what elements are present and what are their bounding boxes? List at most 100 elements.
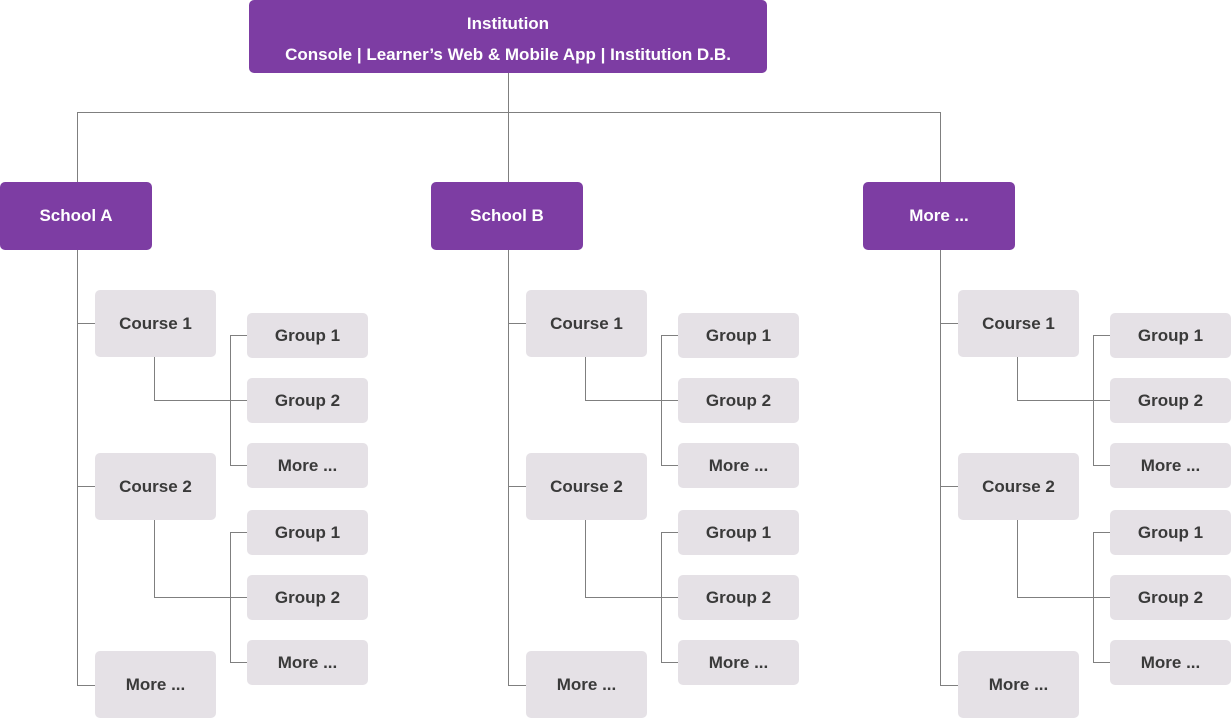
connector-to-group bbox=[230, 532, 247, 533]
connector-spine-to-more bbox=[940, 685, 958, 686]
connector-spine-to-course bbox=[508, 486, 526, 487]
group-node-label: Group 1 bbox=[705, 522, 772, 542]
school-node-label: School B bbox=[470, 206, 544, 225]
group-node[interactable]: More ... bbox=[1110, 443, 1231, 488]
connector-school-spine bbox=[508, 250, 509, 685]
connector-course-stem bbox=[585, 357, 586, 400]
connector-root-bar bbox=[77, 112, 941, 113]
connector-root-down bbox=[508, 73, 509, 113]
connector-to-group bbox=[661, 465, 678, 466]
connector-spine-to-more bbox=[508, 685, 526, 686]
connector-to-group bbox=[1093, 400, 1110, 401]
group-node[interactable]: Group 2 bbox=[247, 378, 368, 423]
school-node-label: More ... bbox=[909, 206, 969, 225]
course-node[interactable]: Course 2 bbox=[526, 453, 647, 520]
connector-to-group bbox=[230, 662, 247, 663]
school-node[interactable]: More ... bbox=[863, 182, 1015, 250]
group-node-label: Group 2 bbox=[1137, 587, 1204, 607]
group-node[interactable]: Group 1 bbox=[1110, 510, 1231, 555]
group-node[interactable]: More ... bbox=[678, 443, 799, 488]
group-node[interactable]: More ... bbox=[678, 640, 799, 685]
connector-course-stem bbox=[585, 520, 586, 597]
connector-to-group bbox=[1093, 662, 1110, 663]
connector-spine-to-more bbox=[77, 685, 95, 686]
connector-to-group bbox=[1093, 532, 1110, 533]
course-node-label: Course 1 bbox=[550, 313, 623, 333]
more-courses-node-label: More ... bbox=[988, 674, 1049, 694]
course-node-label: Course 1 bbox=[982, 313, 1055, 333]
group-node-label: More ... bbox=[708, 455, 769, 475]
connector-bar-to-school bbox=[508, 112, 509, 182]
course-node-label: Course 2 bbox=[550, 476, 623, 496]
connector-to-group bbox=[1093, 597, 1110, 598]
connector-course-stem bbox=[1017, 357, 1018, 400]
group-node-label: More ... bbox=[1140, 652, 1201, 672]
course-node[interactable]: Course 1 bbox=[526, 290, 647, 357]
group-node[interactable]: Group 2 bbox=[678, 575, 799, 620]
connector-to-group bbox=[661, 400, 678, 401]
group-node[interactable]: More ... bbox=[1110, 640, 1231, 685]
connector-to-group bbox=[661, 335, 678, 336]
group-node[interactable]: Group 1 bbox=[247, 313, 368, 358]
course-node[interactable]: Course 2 bbox=[958, 453, 1079, 520]
connector-to-group bbox=[661, 532, 678, 533]
course-node[interactable]: Course 2 bbox=[95, 453, 216, 520]
more-courses-node-label: More ... bbox=[556, 674, 617, 694]
group-node-label: More ... bbox=[1140, 455, 1201, 475]
connector-to-group bbox=[230, 400, 247, 401]
group-node[interactable]: Group 1 bbox=[678, 510, 799, 555]
connector-spine-to-course bbox=[77, 323, 95, 324]
group-node-label: Group 1 bbox=[1137, 522, 1204, 542]
more-courses-node[interactable]: More ... bbox=[95, 651, 216, 718]
connector-to-group bbox=[230, 465, 247, 466]
more-courses-node[interactable]: More ... bbox=[958, 651, 1079, 718]
connector-to-group bbox=[230, 335, 247, 336]
group-node-label: More ... bbox=[708, 652, 769, 672]
group-node-label: Group 2 bbox=[705, 390, 772, 410]
school-node[interactable]: School A bbox=[0, 182, 152, 250]
connector-to-group bbox=[1093, 335, 1110, 336]
connector-to-group bbox=[661, 662, 678, 663]
connector-bar-to-school bbox=[940, 112, 941, 182]
group-node-label: Group 2 bbox=[274, 587, 341, 607]
group-node[interactable]: Group 1 bbox=[247, 510, 368, 555]
group-node[interactable]: More ... bbox=[247, 443, 368, 488]
connector-course-stem bbox=[1017, 520, 1018, 597]
group-node-label: More ... bbox=[277, 455, 338, 475]
institution-subtitle: Console | Learner’s Web & Mobile App | I… bbox=[285, 44, 731, 64]
connector-to-group bbox=[661, 597, 678, 598]
connector-spine-to-course bbox=[77, 486, 95, 487]
connector-to-group bbox=[230, 597, 247, 598]
school-node[interactable]: School B bbox=[431, 182, 583, 250]
connector-school-spine bbox=[77, 250, 78, 685]
connector-spine-to-course bbox=[508, 323, 526, 324]
connector-course-stem bbox=[154, 520, 155, 597]
group-node-label: Group 1 bbox=[274, 325, 341, 345]
group-node-label: Group 1 bbox=[705, 325, 772, 345]
group-node-label: Group 2 bbox=[274, 390, 341, 410]
group-node[interactable]: Group 1 bbox=[678, 313, 799, 358]
course-node[interactable]: Course 1 bbox=[958, 290, 1079, 357]
group-node[interactable]: Group 1 bbox=[1110, 313, 1231, 358]
group-node-label: Group 1 bbox=[274, 522, 341, 542]
connector-spine-to-course bbox=[940, 323, 958, 324]
group-node[interactable]: Group 2 bbox=[678, 378, 799, 423]
connector-to-group bbox=[1093, 465, 1110, 466]
course-node[interactable]: Course 1 bbox=[95, 290, 216, 357]
group-node[interactable]: More ... bbox=[247, 640, 368, 685]
group-node[interactable]: Group 2 bbox=[1110, 378, 1231, 423]
course-node-label: Course 2 bbox=[982, 476, 1055, 496]
course-node-label: Course 2 bbox=[119, 476, 192, 496]
group-node-label: Group 2 bbox=[705, 587, 772, 607]
connector-school-spine bbox=[940, 250, 941, 685]
institution-node: Institution Console | Learner’s Web & Mo… bbox=[249, 0, 767, 73]
school-node-label: School A bbox=[39, 206, 113, 225]
group-node-label: More ... bbox=[277, 652, 338, 672]
course-node-label: Course 1 bbox=[119, 313, 192, 333]
group-node[interactable]: Group 2 bbox=[247, 575, 368, 620]
group-node-label: Group 1 bbox=[1137, 325, 1204, 345]
group-node-label: Group 2 bbox=[1137, 390, 1204, 410]
more-courses-node[interactable]: More ... bbox=[526, 651, 647, 718]
group-node[interactable]: Group 2 bbox=[1110, 575, 1231, 620]
institution-title: Institution bbox=[466, 13, 550, 33]
